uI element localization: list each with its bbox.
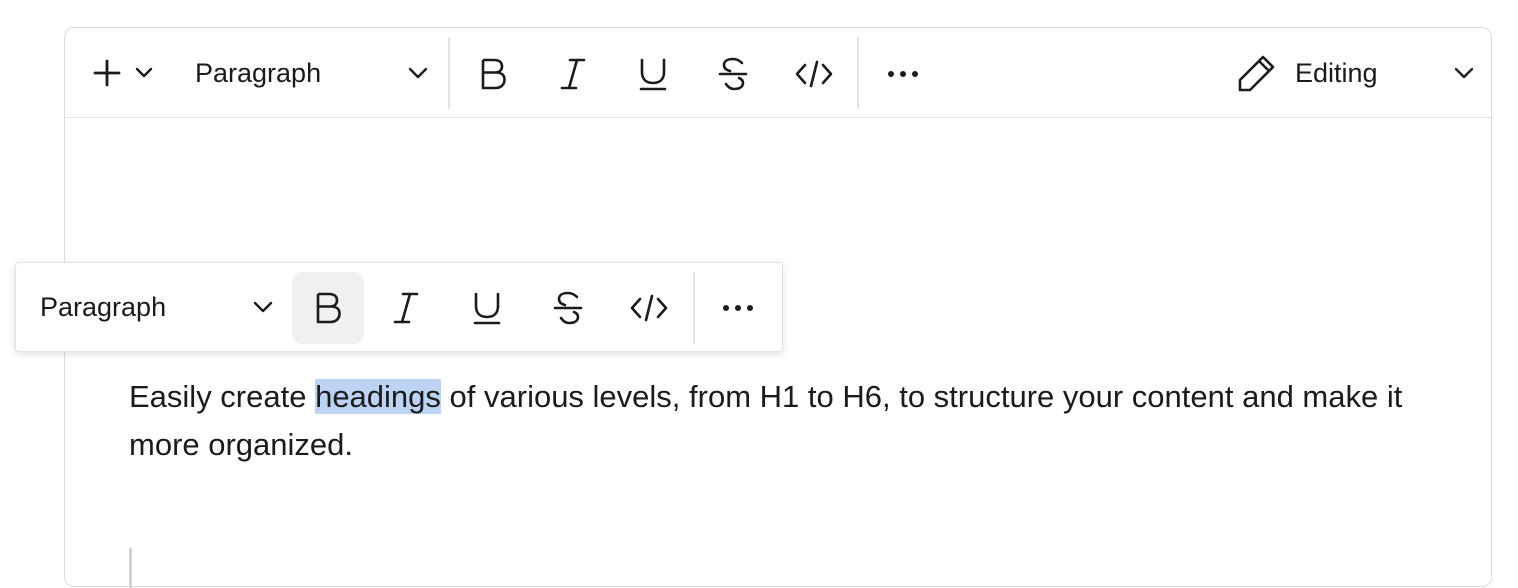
bold-button[interactable]	[292, 272, 364, 344]
pencil-icon	[1237, 53, 1277, 93]
bold-button[interactable]	[463, 48, 523, 100]
strikethrough-button[interactable]	[703, 48, 763, 100]
strikethrough-icon	[552, 290, 584, 326]
floating-toolbar: Paragraph	[15, 262, 783, 352]
block-type-dropdown[interactable]: Paragraph	[195, 53, 429, 93]
italic-icon	[558, 57, 588, 91]
toolbar-divider	[857, 37, 859, 109]
strikethrough-icon	[717, 56, 749, 92]
more-button[interactable]	[708, 282, 768, 334]
underline-button[interactable]	[623, 48, 683, 100]
underline-icon	[638, 57, 668, 91]
editing-mode-dropdown[interactable]: Editing	[1237, 50, 1475, 96]
paragraph-text-start: Easily create	[129, 379, 316, 414]
plus-icon	[92, 58, 122, 88]
italic-icon	[391, 291, 421, 325]
more-button[interactable]	[873, 48, 933, 100]
more-icon	[721, 304, 755, 312]
toolbar-divider	[693, 272, 695, 344]
code-icon	[794, 59, 834, 89]
editor-content[interactable]: Easily create headings of various levels…	[129, 373, 1429, 469]
toolbar-divider	[448, 37, 450, 109]
bold-icon	[313, 291, 343, 325]
strikethrough-button[interactable]	[538, 282, 598, 334]
block-type-label: Paragraph	[40, 291, 167, 322]
block-type-dropdown[interactable]: Paragraph	[40, 287, 274, 327]
code-icon	[629, 293, 669, 323]
chevron-down-icon	[134, 66, 154, 80]
italic-button[interactable]	[543, 48, 603, 100]
chevron-down-icon	[1453, 66, 1475, 80]
main-toolbar: Paragraph Editing	[65, 28, 1491, 118]
italic-button[interactable]	[376, 282, 436, 334]
bold-icon	[478, 57, 508, 91]
underline-button[interactable]	[457, 282, 517, 334]
block-quote-bar	[129, 548, 132, 588]
block-type-label: Paragraph	[195, 57, 322, 88]
underline-icon	[472, 291, 502, 325]
chevron-down-icon	[252, 300, 274, 314]
chevron-down-icon	[407, 66, 429, 80]
code-button[interactable]	[783, 48, 845, 100]
editing-mode-label: Editing	[1295, 57, 1378, 88]
more-icon	[886, 70, 920, 78]
code-button[interactable]	[618, 282, 680, 334]
selected-text: headings	[315, 379, 441, 414]
insert-button[interactable]	[87, 53, 159, 93]
